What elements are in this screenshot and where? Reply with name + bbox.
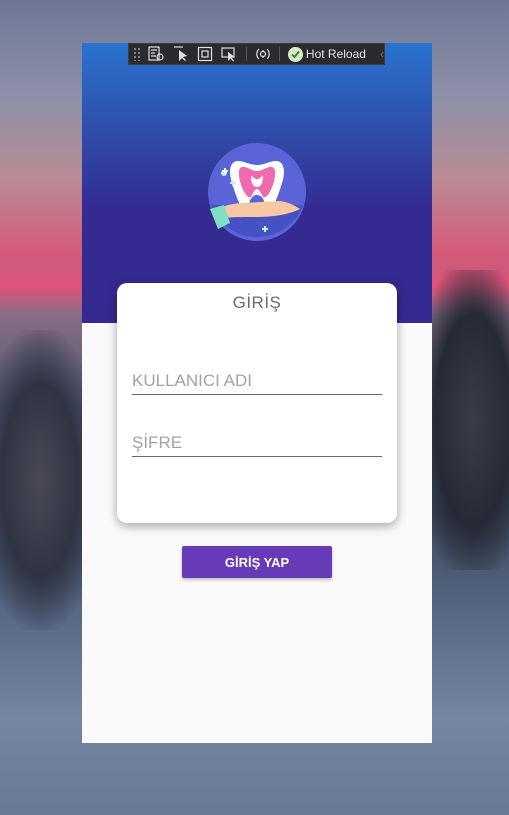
- login-card: GİRİŞ: [117, 283, 397, 523]
- wallpaper-shape-right: [419, 270, 509, 570]
- toolbar-separator: [246, 47, 248, 61]
- display-layout-adorners-icon[interactable]: [196, 45, 213, 63]
- track-focus-icon[interactable]: [221, 45, 238, 63]
- select-element-icon[interactable]: [172, 45, 189, 63]
- live-visual-tree-icon[interactable]: [148, 45, 165, 63]
- hot-reload-label[interactable]: Hot Reload: [306, 47, 366, 61]
- collapse-chevron-icon[interactable]: ‹: [380, 47, 384, 61]
- username-input[interactable]: [132, 365, 382, 395]
- password-input[interactable]: [132, 427, 382, 457]
- app-window: GİRİŞ GİRİŞ YAP: [82, 43, 432, 743]
- hot-reload-toolbar: Hot Reload ‹: [128, 43, 385, 65]
- toolbar-separator: [279, 47, 281, 61]
- binding-failures-icon[interactable]: [254, 45, 271, 63]
- login-title: GİRİŞ: [232, 293, 282, 312]
- hot-reload-status-icon: [288, 46, 303, 62]
- tooth-logo-icon: [208, 143, 306, 241]
- toolbar-grip-handle[interactable]: [133, 47, 141, 61]
- login-button[interactable]: GİRİŞ YAP: [182, 546, 332, 578]
